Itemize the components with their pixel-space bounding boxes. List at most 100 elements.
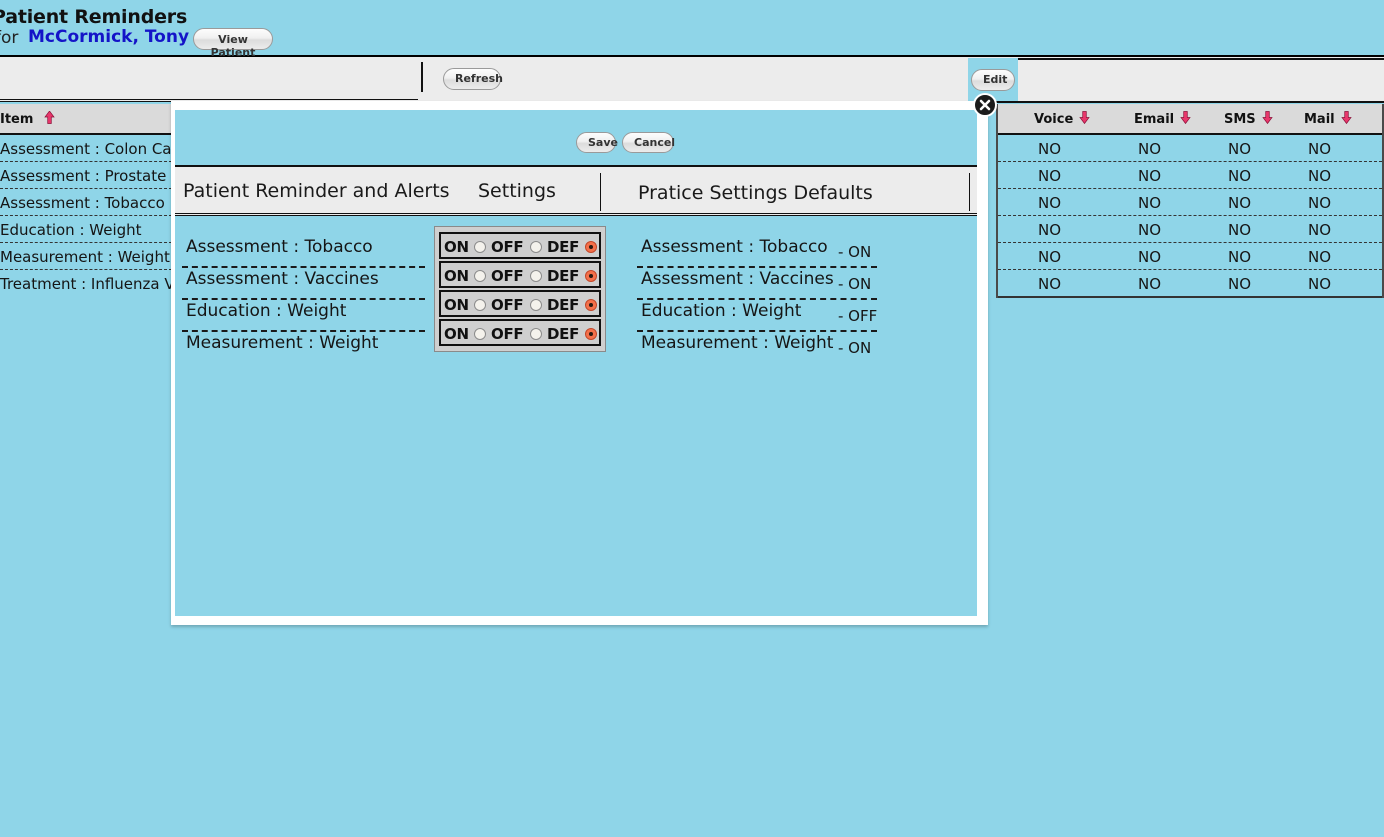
radio-off[interactable] bbox=[530, 241, 542, 253]
table-cell-value: NO bbox=[1138, 194, 1162, 212]
table-cell-value: NO bbox=[1308, 140, 1332, 158]
table-cell-value: NO bbox=[1228, 221, 1252, 239]
practice-default-row: Assessment : Vaccines - ON bbox=[637, 268, 877, 300]
radio-group-row: ON OFF DEF bbox=[439, 290, 601, 317]
practice-default-row: Measurement : Weight - ON bbox=[637, 332, 877, 364]
tab-settings[interactable]: Settings bbox=[478, 180, 556, 202]
table-cell-value: NO bbox=[1308, 248, 1332, 266]
practice-default-label: Education : Weight bbox=[641, 301, 802, 321]
radio-label-def: DEF bbox=[547, 238, 580, 256]
column-header-mail[interactable]: Mail bbox=[1304, 111, 1352, 128]
reminder-label: Assessment : Tobacco bbox=[186, 237, 373, 257]
table-row[interactable]: Assessment : Prostate Cancer bbox=[0, 162, 224, 189]
table-row[interactable]: Education : Weight bbox=[0, 216, 172, 243]
practice-default-row: Assessment : Tobacco - ON bbox=[637, 236, 877, 268]
radio-label-on: ON bbox=[444, 296, 469, 314]
toolbar-divider bbox=[421, 62, 423, 92]
reminders-table-item-column: Item Assessment : Colon Cancer Assessment… bbox=[0, 104, 224, 298]
cancel-button[interactable]: Cancel bbox=[622, 132, 675, 153]
patient-banner: Patient Reminders for McCormick, Tony Vi… bbox=[0, 0, 1384, 59]
table-row[interactable]: NO NO NO NO bbox=[998, 135, 1382, 162]
column-header-item[interactable]: Item bbox=[0, 110, 55, 128]
practice-default-value: - ON bbox=[838, 243, 872, 261]
radio-off[interactable] bbox=[530, 328, 542, 340]
radio-label-off: OFF bbox=[491, 238, 524, 256]
practice-default-value: - OFF bbox=[838, 307, 878, 325]
radio-group-row: ON OFF DEF bbox=[439, 261, 601, 288]
table-cell-value: NO bbox=[1228, 275, 1252, 293]
banner-for-label: for bbox=[0, 28, 19, 48]
radio-on[interactable] bbox=[474, 241, 486, 253]
column-header-label: Mail bbox=[1304, 112, 1335, 127]
radio-label-def: DEF bbox=[547, 325, 580, 343]
table-cell-value: NO bbox=[1308, 221, 1332, 239]
tab-practice-defaults[interactable]: Pratice Settings Defaults bbox=[638, 182, 873, 204]
radio-def[interactable] bbox=[585, 328, 597, 340]
sort-desc-icon[interactable] bbox=[1079, 111, 1090, 128]
close-icon[interactable] bbox=[973, 93, 997, 117]
reminder-row: Assessment : Vaccines bbox=[182, 268, 425, 300]
reminder-label-list: Assessment : Tobacco Assessment : Vaccine… bbox=[182, 236, 425, 364]
radio-group-row: ON OFF DEF bbox=[439, 232, 601, 259]
column-header-sms[interactable]: SMS bbox=[1224, 111, 1273, 128]
table-cell-value: NO bbox=[1138, 140, 1162, 158]
table-cell-value: NO bbox=[1308, 275, 1332, 293]
tab-separator bbox=[600, 173, 601, 211]
radio-label-on: ON bbox=[444, 238, 469, 256]
radio-def[interactable] bbox=[585, 299, 597, 311]
modal-tabbar: Patient Reminder and Alerts Settings Pra… bbox=[175, 167, 977, 216]
table-cell-value: NO bbox=[1228, 167, 1252, 185]
table-row[interactable]: Measurement : Weight bbox=[0, 243, 172, 270]
table-cell-value: NO bbox=[1038, 194, 1062, 212]
radio-off[interactable] bbox=[530, 270, 542, 282]
column-header-voice[interactable]: Voice bbox=[1034, 111, 1090, 128]
table-cell-value: NO bbox=[1038, 140, 1062, 158]
table-row[interactable]: NO NO NO NO bbox=[998, 243, 1382, 270]
radio-def[interactable] bbox=[585, 270, 597, 282]
table-row[interactable]: NO NO NO NO bbox=[998, 189, 1382, 216]
table-row[interactable]: NO NO NO NO bbox=[998, 270, 1382, 298]
radio-label-def: DEF bbox=[547, 267, 580, 285]
edit-button[interactable]: Edit bbox=[971, 69, 1015, 91]
view-patient-button[interactable]: View Patient bbox=[193, 28, 273, 59]
refresh-button[interactable]: Refresh bbox=[443, 68, 503, 90]
table-cell-value: NO bbox=[1228, 194, 1252, 212]
table-row[interactable]: NO NO NO NO bbox=[998, 216, 1382, 243]
sort-desc-icon[interactable] bbox=[1180, 111, 1191, 128]
practice-default-value: - ON bbox=[838, 339, 872, 357]
column-header-item-label: Item bbox=[0, 112, 34, 127]
sort-desc-icon[interactable] bbox=[1340, 111, 1352, 128]
practice-default-label: Assessment : Vaccines bbox=[641, 269, 834, 289]
radio-def[interactable] bbox=[585, 241, 597, 253]
table-row[interactable]: Assessment : Colon Cancer bbox=[0, 135, 205, 162]
table-row[interactable]: NO NO NO NO bbox=[998, 162, 1382, 189]
radio-on[interactable] bbox=[474, 328, 486, 340]
radio-label-off: OFF bbox=[491, 325, 524, 343]
reminder-row: Assessment : Tobacco bbox=[182, 236, 425, 268]
save-button[interactable]: Save bbox=[576, 132, 618, 153]
reminder-label: Education : Weight bbox=[186, 301, 347, 321]
radio-off[interactable] bbox=[530, 299, 542, 311]
radio-label-off: OFF bbox=[491, 267, 524, 285]
table-cell-value: NO bbox=[1038, 167, 1062, 185]
column-header-label: Email bbox=[1134, 112, 1175, 127]
column-header-email[interactable]: Email bbox=[1134, 111, 1191, 128]
sort-asc-icon[interactable] bbox=[44, 110, 55, 128]
tab-patient-reminders[interactable]: Patient Reminder and Alerts bbox=[183, 180, 450, 202]
radio-label-off: OFF bbox=[491, 296, 524, 314]
radio-on[interactable] bbox=[474, 270, 486, 282]
sort-desc-icon[interactable] bbox=[1261, 111, 1273, 128]
radio-on[interactable] bbox=[474, 299, 486, 311]
table-cell-value: NO bbox=[1308, 167, 1332, 185]
table-cell-value: NO bbox=[1308, 194, 1332, 212]
table-cell-value: NO bbox=[1138, 275, 1162, 293]
column-header-label: Voice bbox=[1034, 112, 1074, 127]
table-cell-value: NO bbox=[1038, 221, 1062, 239]
radio-label-def: DEF bbox=[547, 296, 580, 314]
table-row[interactable]: Assessment : Tobacco bbox=[0, 189, 172, 216]
table-cell-value: NO bbox=[1038, 275, 1062, 293]
reminder-settings-panel-header: Reminder/Alert Settings << 6 of 6 >> bbox=[968, 58, 1384, 103]
table-row[interactable]: Treatment : Influenza Vaccine bbox=[0, 270, 222, 298]
page-title: Patient Reminders bbox=[0, 6, 188, 28]
modal-inner: Save Cancel Patient Reminder and Alerts … bbox=[175, 110, 977, 616]
